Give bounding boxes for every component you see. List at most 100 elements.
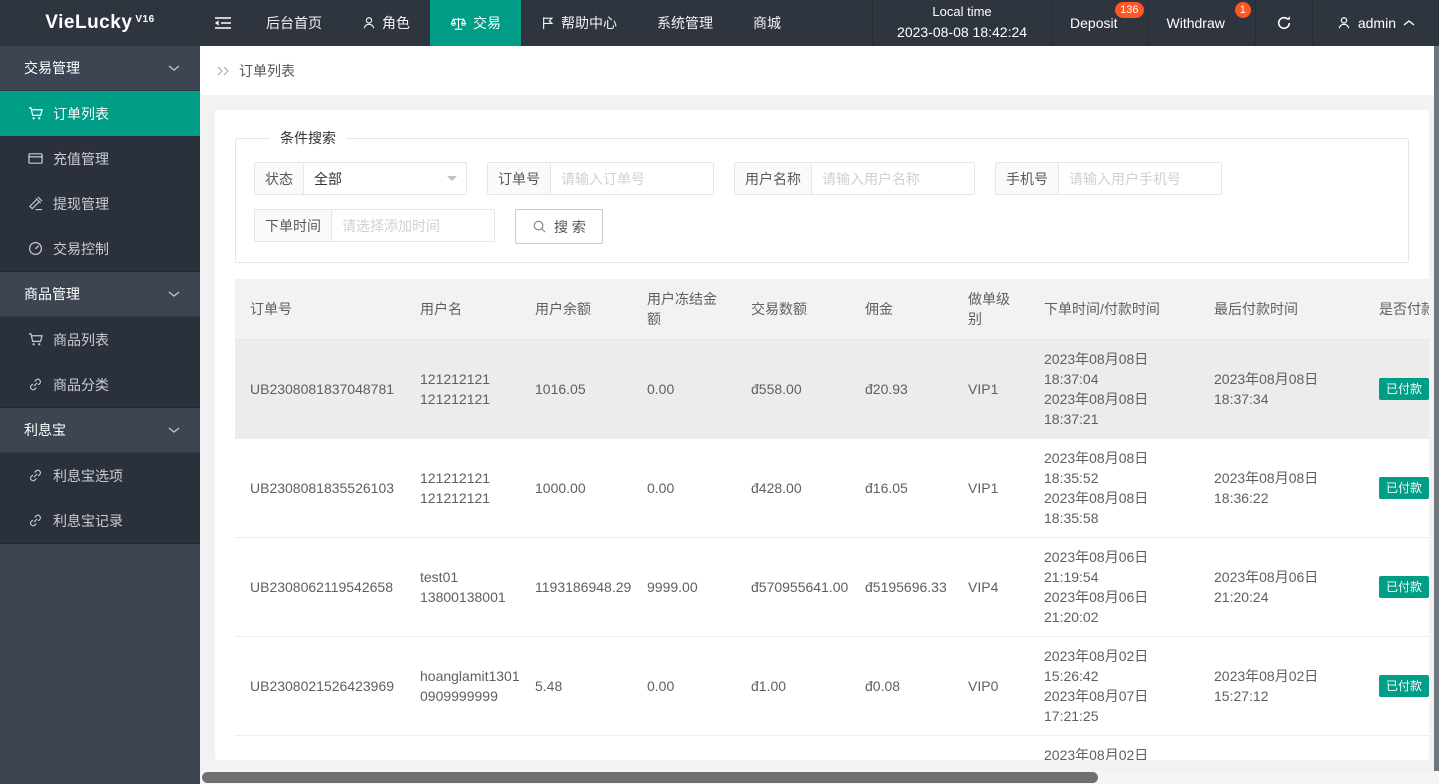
person-icon <box>362 16 376 30</box>
order-no-input[interactable] <box>551 163 713 194</box>
local-time: Local time 2023-08-08 18:42:24 <box>872 0 1051 46</box>
user-menu[interactable]: admin <box>1311 0 1439 46</box>
caret-down-icon <box>447 176 457 186</box>
gauge-icon <box>28 241 44 256</box>
nav-item-trade[interactable]: 交易 <box>430 0 521 46</box>
chevron-down-icon <box>168 290 180 298</box>
sidebar-toggle-button[interactable] <box>200 0 246 46</box>
status-select[interactable]: 全部 <box>304 163 466 194</box>
cell-frozen: 9999.00 <box>632 537 736 637</box>
nav-item-dashboard[interactable]: 后台首页 <box>246 0 342 46</box>
sidebar-group-lixibao-toggle[interactable]: 利息宝 <box>0 408 200 453</box>
col-header-last-pay-time: 最后付款时间 <box>1199 279 1364 340</box>
vertical-scrollbar[interactable] <box>1434 46 1439 771</box>
sidebar: 交易管理 订单列表 充值管理 提现管理 交易控制 商品管理 商品列表 商品分类 … <box>0 46 200 784</box>
username-input[interactable] <box>812 163 974 194</box>
horizontal-scrollbar[interactable] <box>200 771 1439 784</box>
topbar: VieLucky V16 后台首页 角色 交易 帮助中心 系统管理 商城 Loc… <box>0 0 1439 46</box>
nav-label: 角色 <box>382 15 410 31</box>
order-time-input[interactable] <box>332 210 494 241</box>
scales-icon <box>450 16 467 31</box>
cell-paid-status: 已付款 <box>1364 735 1429 760</box>
cell-times: 2023年08月02日 14:32:29 2023年08月02日 14:32:3… <box>1029 735 1199 760</box>
cell-order-time: 2023年08月02日 14:32:29 <box>1044 747 1149 760</box>
col-header-username: 用户名 <box>405 279 520 340</box>
nav-item-help-center[interactable]: 帮助中心 <box>521 0 637 46</box>
col-header-level: 做单级别 <box>953 279 1029 340</box>
nav-label: 交易 <box>473 15 501 31</box>
cell-amount: đ1.00 <box>736 636 850 736</box>
order-time-label: 下单时间 <box>255 210 332 241</box>
cell-pay-time: 2023年08月06日 21:20:02 <box>1044 589 1149 625</box>
cell-phone: 121212121 <box>420 490 491 506</box>
cell-paid-status: 已付款 <box>1364 636 1429 736</box>
sidebar-item-goods-list[interactable]: 商品列表 <box>0 317 200 362</box>
table-row: UB2308021526423969 hoanglamit1301 090999… <box>235 636 1429 736</box>
cell-frozen: 0.00 <box>632 636 736 736</box>
link-icon <box>28 377 44 392</box>
phone-field-group: 手机号 <box>995 162 1222 195</box>
deposit-count-badge: 136 <box>1115 2 1144 18</box>
table-row: UB2308081835526103 121212121 121212121 1… <box>235 438 1429 538</box>
cell-last-pay-time: 2023年08月08日 18:37:34 <box>1199 339 1364 439</box>
sidebar-item-order-list[interactable]: 订单列表 <box>0 91 200 136</box>
cell-username: 121212121 <box>420 371 491 387</box>
cell-order-no: UB2308081837048781 <box>235 339 405 439</box>
cell-user: hoanglamit1301 0909999999 <box>405 735 520 760</box>
cell-last-pay-time: 2023年08月06日 21:20:24 <box>1199 537 1364 637</box>
cell-order-time: 2023年08月08日 18:37:04 <box>1044 351 1149 387</box>
sidebar-item-lixibao-records[interactable]: 利息宝记录 <box>0 498 200 543</box>
search-button[interactable]: 搜 索 <box>515 209 603 244</box>
user-name: admin <box>1357 15 1396 31</box>
phone-input[interactable] <box>1059 163 1221 194</box>
search-row-1: 状态 全部 订单号 用户名称 手机 <box>254 162 1390 195</box>
cell-user: 121212121 121212121 <box>405 438 520 538</box>
sidebar-group-label: 商品管理 <box>24 286 80 302</box>
cell-level: VIP0 <box>953 735 1029 760</box>
refresh-button[interactable] <box>1254 0 1312 46</box>
nav-item-system[interactable]: 系统管理 <box>637 0 733 46</box>
col-header-frozen: 用户冻结金额 <box>632 279 736 340</box>
nav-item-roles[interactable]: 角色 <box>342 0 430 46</box>
sidebar-item-goods-category[interactable]: 商品分类 <box>0 362 200 407</box>
table-row: UB2308021432298739 hoanglamit1301 090999… <box>235 735 1429 760</box>
sidebar-item-label: 商品分类 <box>53 376 109 393</box>
hamburger-icon <box>214 16 232 30</box>
cell-last-pay-time: 2023年08月02日 15:27:12 <box>1199 636 1364 736</box>
deposit-button[interactable]: Deposit 136 <box>1051 0 1147 46</box>
search-icon <box>532 219 547 234</box>
sidebar-group-goods-toggle[interactable]: 商品管理 <box>0 272 200 317</box>
cell-balance: 1016.05 <box>520 339 632 439</box>
sidebar-item-trade-control[interactable]: 交易控制 <box>0 226 200 271</box>
search-row-2: 下单时间 搜 索 <box>254 209 1390 244</box>
topbar-right: Local time 2023-08-08 18:42:24 Deposit 1… <box>872 0 1439 46</box>
cell-commission: đ0.08 <box>850 636 953 736</box>
cell-balance: 1193186948.29 <box>520 537 632 637</box>
col-header-order-no: 订单号 <box>235 279 405 340</box>
sidebar-group-trade-toggle[interactable]: 交易管理 <box>0 46 200 91</box>
nav-label: 帮助中心 <box>561 15 617 31</box>
cell-last-pay-time: 2023年08月02日 14:32:59 <box>1199 735 1364 760</box>
withdraw-button[interactable]: Withdraw 1 <box>1147 0 1255 46</box>
local-time-label: Local time <box>932 4 992 20</box>
vertical-scrollbar-thumb[interactable] <box>1434 46 1439 771</box>
cell-paid-status: 已付款 <box>1364 537 1429 637</box>
sidebar-item-lixibao-options[interactable]: 利息宝选项 <box>0 453 200 498</box>
card-icon <box>28 151 44 166</box>
sidebar-item-recharge[interactable]: 充值管理 <box>0 136 200 181</box>
cell-user: 121212121 121212121 <box>405 339 520 439</box>
col-header-amount: 交易数额 <box>736 279 850 340</box>
status-select-value: 全部 <box>314 170 342 187</box>
brand-version: V16 <box>135 13 155 25</box>
link-icon <box>28 468 44 483</box>
sidebar-group-trade: 交易管理 订单列表 充值管理 提现管理 交易控制 <box>0 46 200 272</box>
sidebar-item-withdraw[interactable]: 提现管理 <box>0 181 200 226</box>
content: 条件搜索 状态 全部 订单号 用户名称 <box>200 95 1439 760</box>
horizontal-scrollbar-thumb[interactable] <box>202 772 1098 783</box>
cell-balance: 5.16 <box>520 735 632 760</box>
breadcrumb: 订单列表 <box>200 46 1439 95</box>
nav-item-mall[interactable]: 商城 <box>733 0 801 46</box>
cell-paid-status: 已付款 <box>1364 438 1429 538</box>
sidebar-item-label: 充值管理 <box>53 150 109 167</box>
order-no-label: 订单号 <box>488 163 551 194</box>
